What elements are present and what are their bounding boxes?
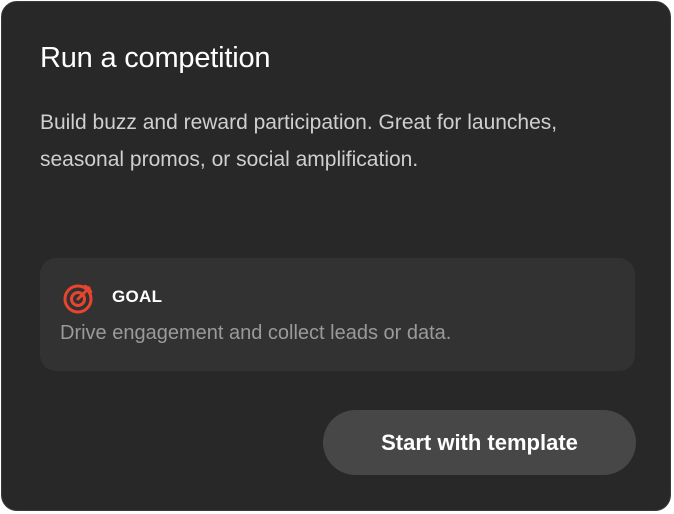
card-title: Run a competition [40,42,271,74]
start-with-template-button[interactable]: Start with template [323,410,636,475]
template-card: Run a competition Build buzz and reward … [1,1,671,511]
goal-description: Drive engagement and collect leads or da… [60,322,452,344]
goal-label: GOAL [112,287,163,306]
goal-panel: GOAL Drive engagement and collect leads … [40,258,635,371]
target-icon [62,281,96,315]
card-description: Build buzz and reward participation. Gre… [40,111,558,171]
